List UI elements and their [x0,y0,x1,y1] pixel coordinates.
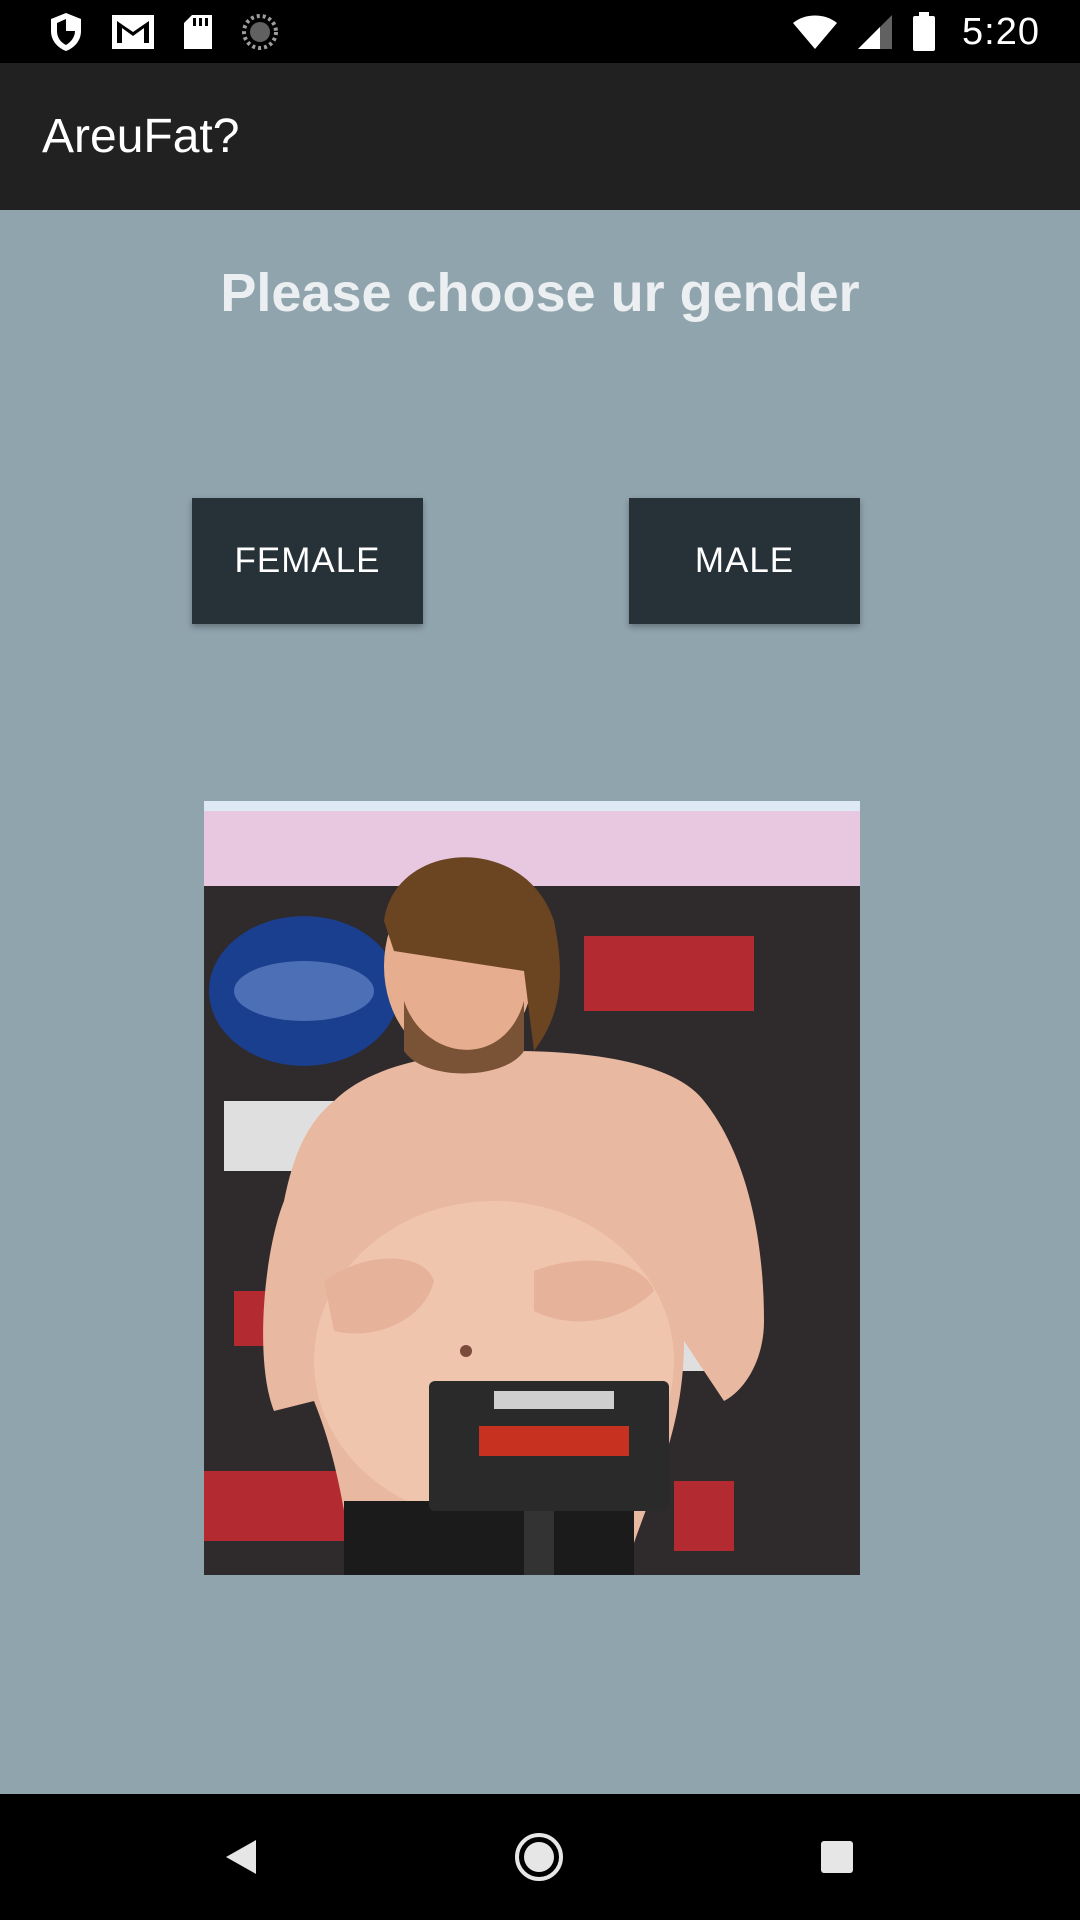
navigation-bar [0,1794,1080,1920]
male-button[interactable]: MALE [629,498,860,624]
gender-prompt: Please choose ur gender [220,263,860,323]
female-button[interactable]: FEMALE [192,498,423,624]
status-right-icons: 5:20 [792,8,1040,56]
sd-card-icon [184,15,212,49]
status-left-icons [48,10,280,54]
back-icon [226,1840,256,1874]
wifi-icon [793,15,838,49]
photo-illustration [204,801,860,1575]
battery-icon [913,12,936,51]
person-photo [204,801,860,1575]
main-content: Please choose ur gender FEMALE MALE [0,210,1080,1794]
home-button[interactable] [509,1827,569,1887]
gmail-icon [112,15,154,49]
shield-icon [51,13,81,51]
home-icon [515,1833,563,1881]
back-button[interactable] [211,1827,271,1887]
recents-button[interactable] [807,1827,867,1887]
sync-icon [242,14,278,50]
status-bar: 5:20 [0,0,1080,63]
signal-icon [858,15,893,49]
app-title: AreuFat? [42,110,240,163]
recents-icon [821,1841,853,1873]
status-time: 5:20 [962,10,1040,53]
app-bar: AreuFat? [0,63,1080,210]
